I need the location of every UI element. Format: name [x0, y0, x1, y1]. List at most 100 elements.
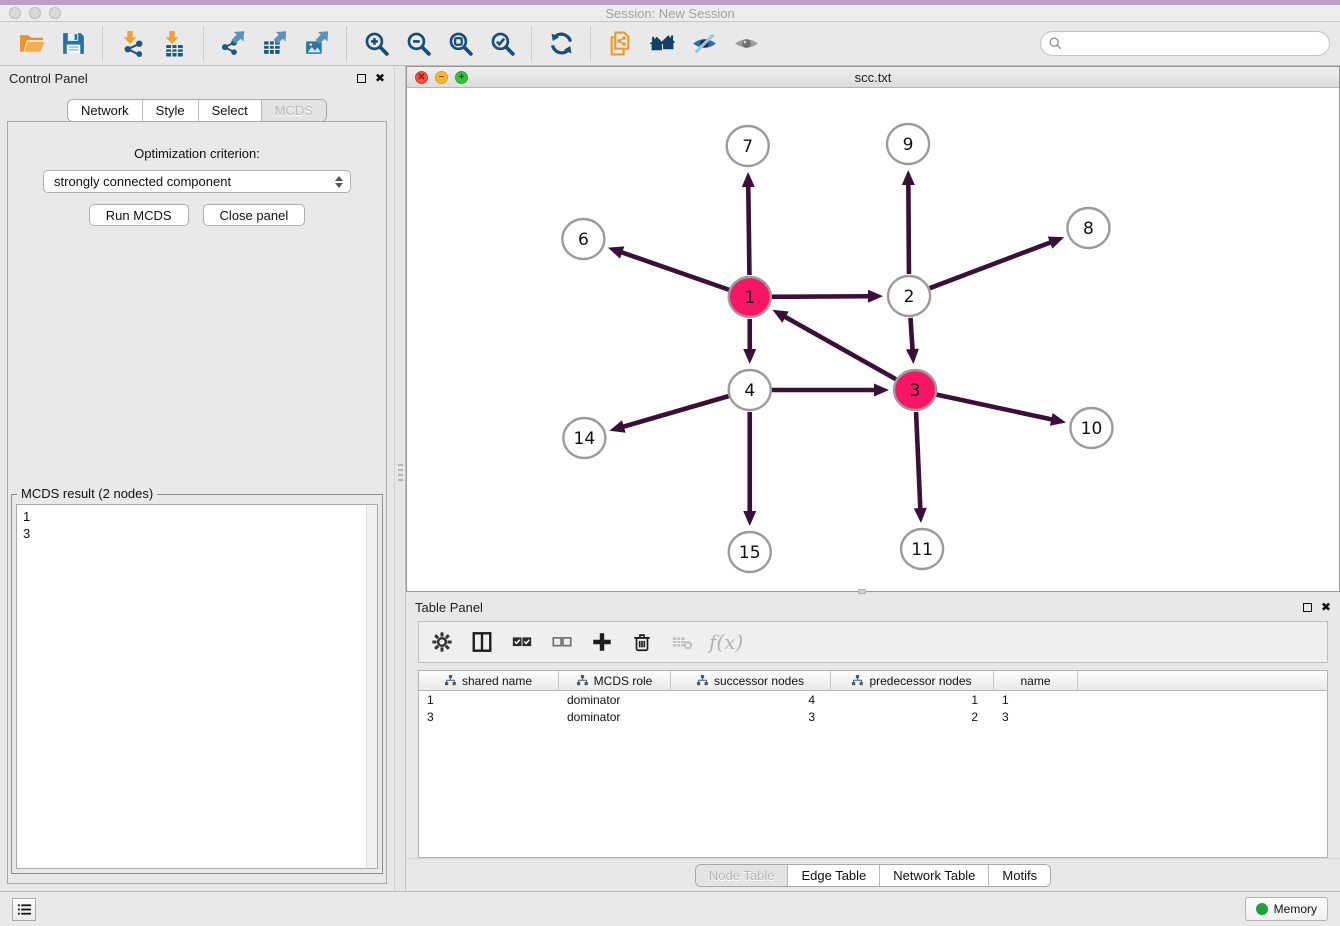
- graph-node-10[interactable]: 10: [1070, 408, 1112, 448]
- zoom-selected-icon[interactable]: [485, 28, 519, 60]
- eye-icon[interactable]: [729, 28, 763, 60]
- minimize-window-icon[interactable]: [29, 7, 41, 19]
- graph-edge-4-14[interactable]: [609, 396, 728, 433]
- graph-node-1[interactable]: 1: [729, 277, 771, 317]
- window-title: Session: New Session: [605, 6, 734, 21]
- graph-edge-4-3[interactable]: [772, 384, 889, 397]
- tab-style[interactable]: Style: [143, 100, 199, 121]
- save-icon[interactable]: [56, 28, 90, 60]
- close-panel-icon[interactable]: ✖: [1321, 601, 1331, 613]
- settings-gear-icon[interactable]: [429, 629, 455, 655]
- column-type-icon: [697, 675, 708, 686]
- column-header-predecessor-nodes[interactable]: predecessor nodes: [831, 671, 994, 690]
- graph-edge-2-9[interactable]: [902, 170, 915, 274]
- graph-node-8[interactable]: 8: [1067, 208, 1109, 248]
- memory-button[interactable]: Memory: [1245, 897, 1328, 921]
- close-view-icon[interactable]: ✕: [415, 71, 428, 84]
- mcds-result-list[interactable]: 13: [16, 504, 378, 869]
- import-table-icon[interactable]: [157, 28, 191, 60]
- result-scrollbar[interactable]: [366, 505, 377, 868]
- export-image-icon[interactable]: [300, 28, 334, 60]
- export-network-icon[interactable]: [216, 28, 250, 60]
- control-panel-title: Control Panel: [9, 71, 88, 86]
- documents-share-icon[interactable]: [603, 28, 637, 60]
- zoom-window-icon[interactable]: [49, 7, 61, 19]
- graph-node-9[interactable]: 9: [887, 124, 929, 164]
- float-panel-icon[interactable]: [1303, 603, 1312, 612]
- status-bar: Memory: [0, 891, 1340, 926]
- table-row[interactable]: 3dominator323: [419, 708, 1327, 725]
- graph-node-14[interactable]: 14: [563, 418, 605, 458]
- graph-edge-1-2[interactable]: [772, 290, 883, 303]
- search-input[interactable]: [1040, 31, 1330, 56]
- splitter-grip-icon: [858, 589, 866, 594]
- delete-column-icon[interactable]: [629, 629, 655, 655]
- tab-node-table[interactable]: Node Table: [696, 865, 789, 886]
- graph-edge-1-7[interactable]: [742, 172, 755, 275]
- network-canvas[interactable]: 7 9 6 8 1 2 4 3 14 10 15 11: [407, 88, 1339, 591]
- graph-node-7[interactable]: 7: [727, 126, 769, 166]
- column-header-shared-name[interactable]: shared name: [419, 671, 559, 690]
- maximize-view-icon[interactable]: +: [455, 71, 468, 84]
- graph-edge-1-6[interactable]: [608, 246, 729, 289]
- toolbar-divider: [102, 27, 103, 61]
- tab-edge-table[interactable]: Edge Table: [788, 865, 880, 886]
- graph-edge-3-11[interactable]: [914, 412, 927, 523]
- tab-network-table[interactable]: Network Table: [880, 865, 989, 886]
- zoom-in-icon[interactable]: [359, 28, 393, 60]
- toolbar-divider: [531, 27, 532, 61]
- tab-select[interactable]: Select: [199, 100, 262, 121]
- refresh-icon[interactable]: [544, 28, 578, 60]
- svg-text:1: 1: [744, 288, 755, 308]
- column-type-icon: [445, 675, 456, 686]
- vertical-splitter[interactable]: [394, 66, 406, 891]
- deselect-all-icon[interactable]: [549, 629, 575, 655]
- svg-text:10: 10: [1081, 419, 1103, 439]
- column-layout-icon[interactable]: [469, 629, 495, 655]
- zoom-fit-icon[interactable]: [443, 28, 477, 60]
- graph-node-3[interactable]: 3: [894, 370, 936, 410]
- graph-edge-2-3[interactable]: [906, 318, 919, 364]
- zoom-out-icon[interactable]: [401, 28, 435, 60]
- graph-edge-2-8[interactable]: [930, 236, 1064, 288]
- table-cell: 1: [419, 693, 559, 707]
- graph-node-6[interactable]: 6: [562, 219, 604, 259]
- close-window-icon[interactable]: [9, 7, 21, 19]
- horizontal-splitter[interactable]: [406, 592, 1340, 595]
- add-column-icon[interactable]: [589, 629, 615, 655]
- select-all-icon[interactable]: [509, 629, 535, 655]
- graph-edge-4-15[interactable]: [743, 412, 756, 526]
- graph-node-4[interactable]: 4: [729, 370, 771, 410]
- graph-edge-3-1[interactable]: [772, 310, 895, 379]
- eye-slash-icon[interactable]: [687, 28, 721, 60]
- criterion-dropdown[interactable]: strongly connected component: [43, 170, 351, 193]
- graph-edge-1-4[interactable]: [743, 319, 756, 364]
- close-panel-icon[interactable]: ✖: [375, 72, 385, 84]
- tab-motifs[interactable]: Motifs: [989, 865, 1050, 886]
- close-panel-button[interactable]: Close panel: [203, 204, 306, 226]
- column-header-MCDS-role[interactable]: MCDS role: [559, 671, 671, 690]
- tab-network[interactable]: Network: [68, 100, 143, 121]
- open-folder-icon[interactable]: [14, 28, 48, 60]
- minimize-view-icon[interactable]: −: [435, 71, 448, 84]
- table-row[interactable]: 1dominator411: [419, 691, 1327, 708]
- tab-mcds[interactable]: MCDS: [262, 100, 326, 121]
- column-header-successor-nodes[interactable]: successor nodes: [671, 671, 831, 690]
- graph-edge-3-10[interactable]: [937, 395, 1066, 426]
- svg-text:4: 4: [744, 381, 755, 401]
- run-mcds-button[interactable]: Run MCDS: [89, 204, 189, 226]
- mcds-result-title: MCDS result (2 nodes): [17, 486, 157, 501]
- float-panel-icon[interactable]: [357, 74, 366, 83]
- delete-table-icon: [669, 629, 695, 655]
- graph-node-11[interactable]: 11: [901, 529, 943, 569]
- column-header-name[interactable]: name: [994, 671, 1078, 690]
- graph-node-15[interactable]: 15: [729, 532, 771, 572]
- network-view-title: scc.txt: [855, 70, 892, 85]
- result-line: 3: [23, 525, 371, 542]
- export-table-icon[interactable]: [258, 28, 292, 60]
- import-network-icon[interactable]: [115, 28, 149, 60]
- houses-icon[interactable]: [645, 28, 679, 60]
- node-table: shared nameMCDS rolesuccessor nodesprede…: [418, 670, 1328, 858]
- graph-node-2[interactable]: 2: [888, 276, 930, 316]
- log-console-button[interactable]: [12, 898, 36, 921]
